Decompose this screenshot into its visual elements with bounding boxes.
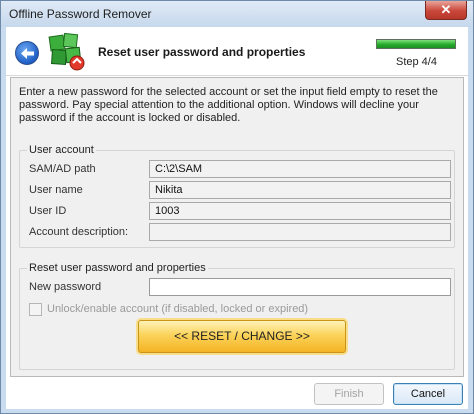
title-bar[interactable]: Offline Password Remover ✕ — [1, 1, 473, 27]
username-label: User name — [29, 184, 83, 196]
finish-button[interactable]: Finish — [314, 383, 384, 405]
sam-path-field[interactable]: C:\2\SAM — [149, 160, 451, 178]
back-arrow-icon — [21, 48, 34, 59]
step-progress-fill — [377, 40, 455, 48]
step-label: Step 4/4 — [396, 56, 437, 68]
account-description-label: Account description: — [29, 226, 129, 238]
new-password-label: New password — [29, 281, 102, 293]
footer-divider — [6, 379, 468, 380]
new-password-input[interactable] — [149, 278, 451, 296]
step-progress-bar — [376, 39, 456, 49]
userid-field[interactable]: 1003 — [149, 202, 451, 220]
unlock-account-checkbox[interactable] — [29, 303, 42, 316]
header-title: Reset user password and properties — [98, 45, 306, 59]
close-icon: ✕ — [440, 2, 452, 17]
header-divider — [6, 75, 468, 76]
window-title: Offline Password Remover — [9, 7, 152, 21]
app-window: Offline Password Remover ✕ Reset user pa… — [0, 0, 474, 414]
userid-label: User ID — [29, 205, 67, 217]
intro-text: Enter a new password for the selected ac… — [19, 86, 438, 124]
wizard-client-area: Reset user password and properties Step … — [6, 27, 468, 409]
wizard-content-panel: Enter a new password for the selected ac… — [10, 77, 464, 377]
back-button[interactable] — [15, 41, 39, 65]
sam-path-label: SAM/AD path — [29, 163, 96, 175]
unlock-account-label: Unlock/enable account (if disabled, lock… — [47, 303, 309, 315]
app-logo-icon — [48, 32, 85, 71]
reset-properties-group-title: Reset user password and properties — [27, 262, 208, 274]
user-account-group-title: User account — [27, 144, 96, 156]
cancel-button[interactable]: Cancel — [393, 383, 463, 405]
account-description-field[interactable] — [149, 223, 451, 241]
username-field[interactable]: Nikita — [149, 181, 451, 199]
close-button[interactable]: ✕ — [425, 1, 467, 20]
reset-change-button[interactable]: << RESET / CHANGE >> — [138, 320, 346, 353]
